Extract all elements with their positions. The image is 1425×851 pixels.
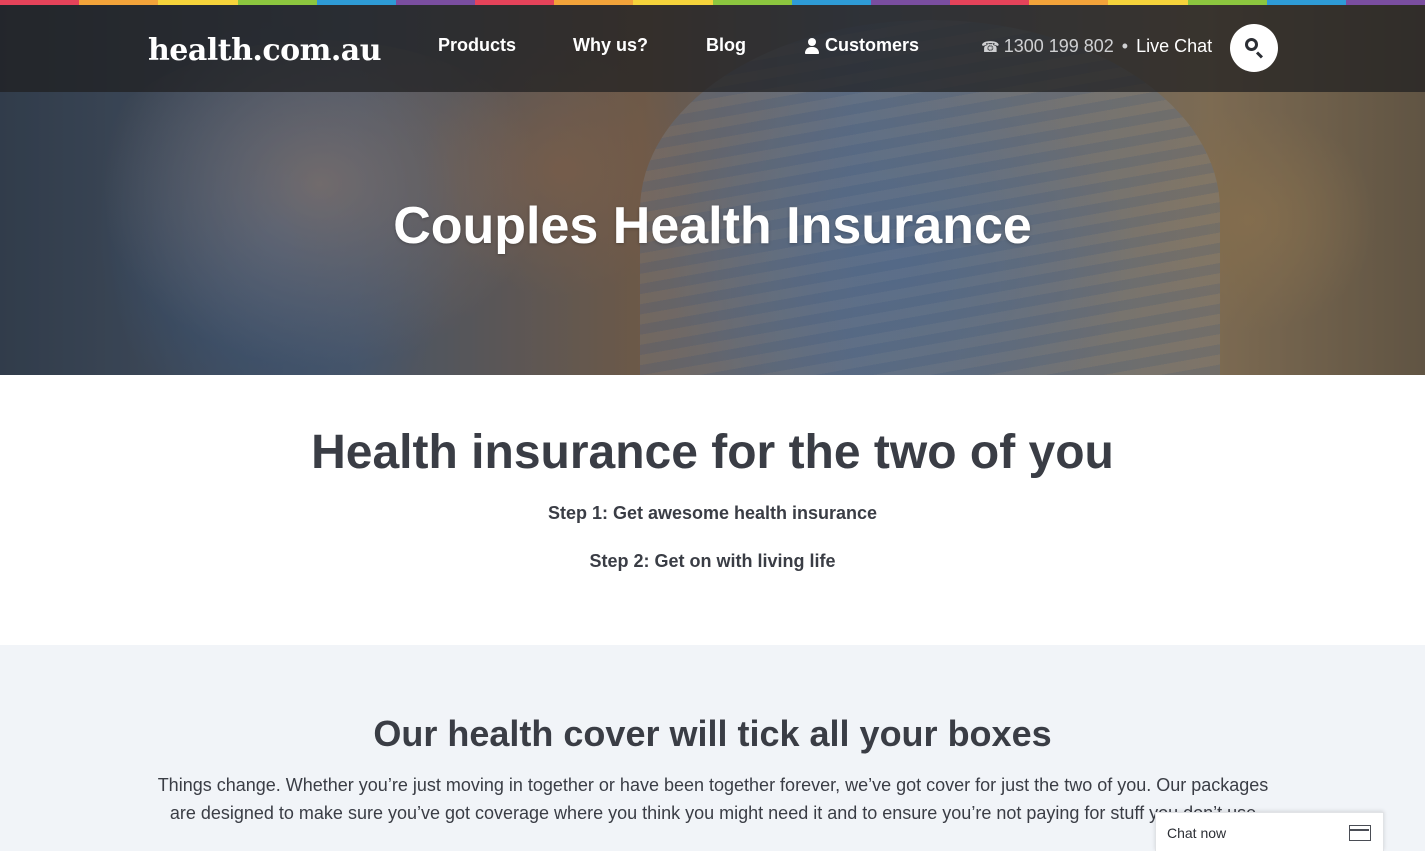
user-icon <box>805 37 819 54</box>
rainbow-segment <box>475 0 555 5</box>
rainbow-segment <box>712 0 792 5</box>
rainbow-segment <box>791 0 871 5</box>
rainbow-segment <box>1029 0 1109 5</box>
step-one-text: Step 1: Get awesome health insurance <box>547 503 878 523</box>
rainbow-segment <box>633 0 713 5</box>
rainbow-stripe <box>0 0 1425 5</box>
hero-title: Couples Health Insurance <box>393 197 1032 255</box>
rainbow-segment <box>1266 0 1346 5</box>
cover-description: Things change. Whether you’re just movin… <box>157 775 1269 823</box>
search-button[interactable] <box>1230 24 1278 72</box>
rainbow-segment <box>79 0 159 5</box>
search-icon-handle <box>1255 51 1264 59</box>
phone-icon: ☎ <box>981 38 1000 56</box>
live-chat-link[interactable]: Live Chat <box>1136 36 1212 57</box>
intro-section: Health insurance for the two of you Step… <box>0 375 1425 645</box>
rainbow-segment <box>1187 0 1267 5</box>
rainbow-segment <box>1345 0 1425 5</box>
nav-why-us[interactable]: Why us? <box>573 35 648 56</box>
nav-products[interactable]: Products <box>438 35 516 56</box>
phone-number[interactable]: 1300 199 802 <box>1004 36 1114 57</box>
contact-info: ☎ 1300 199 802 • Live Chat <box>981 36 1212 57</box>
rainbow-segment <box>870 0 951 5</box>
rainbow-segment <box>237 0 317 5</box>
window-icon[interactable] <box>1349 825 1371 841</box>
rainbow-segment <box>554 0 634 5</box>
site-logo[interactable]: health.com.au <box>148 33 382 68</box>
top-navigation: health.com.au Products Why us? Blog Cust… <box>0 5 1425 92</box>
rainbow-segment <box>1108 0 1188 5</box>
separator-dot: • <box>1121 36 1129 56</box>
step-two-text: Step 2: Get on with living life <box>589 551 836 571</box>
search-icon <box>1245 38 1258 51</box>
cover-heading: Our health cover will tick all your boxe… <box>373 713 1052 754</box>
rainbow-segment <box>0 0 80 5</box>
rainbow-segment <box>395 0 476 5</box>
nav-customers-label: Customers <box>825 35 920 55</box>
chat-widget[interactable]: Chat now <box>1155 812 1384 851</box>
rainbow-segment <box>950 0 1030 5</box>
rainbow-segment <box>158 0 238 5</box>
intro-heading: Health insurance for the two of you <box>311 426 1114 479</box>
rainbow-segment <box>316 0 396 5</box>
nav-blog[interactable]: Blog <box>706 35 746 56</box>
chat-now-label: Chat now <box>1167 825 1227 841</box>
nav-customers[interactable]: Customers <box>805 35 919 56</box>
